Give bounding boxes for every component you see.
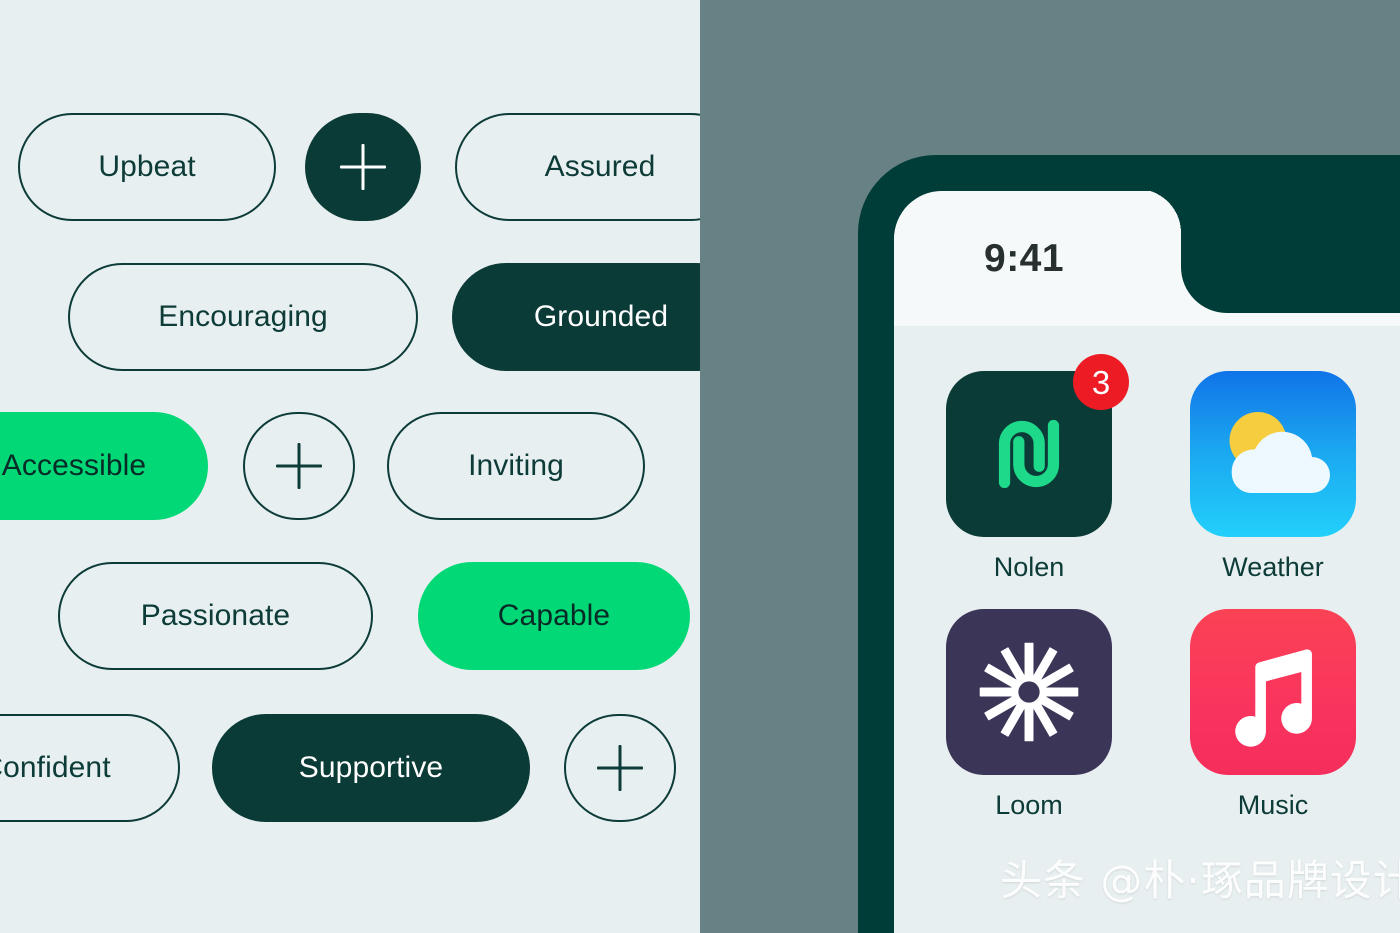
tone-chip-inviting[interactable]: Inviting (387, 412, 645, 520)
tone-chip-label: Confident (0, 751, 111, 784)
tone-chip-assured[interactable]: Assured (455, 113, 700, 221)
plus-icon (276, 443, 322, 489)
tone-chip-encouraging[interactable]: Encouraging (68, 263, 418, 371)
app-tile-weather[interactable]: Weather (1190, 371, 1356, 581)
status-bar-clock: 9:41 (984, 237, 1065, 280)
tone-chip-label: Capable (497, 599, 611, 632)
app-label: Loom (995, 790, 1063, 820)
app-row: Loom Music (946, 609, 1400, 819)
app-row: 3 Nolen Weather (946, 354, 1400, 582)
tone-chip-label: Supportive (298, 751, 444, 784)
watermark-text: 头条 @朴·琢品牌设计 (1000, 856, 1400, 905)
app-tile-loom[interactable]: Loom (946, 609, 1112, 819)
display-notch (1137, 191, 1400, 313)
tone-chip-supportive[interactable]: Supportive (212, 714, 530, 822)
home-screen-app-grid: 3 Nolen Weather Loom Music (894, 326, 1400, 933)
plus-icon (597, 745, 643, 791)
tone-chip-panel: Upbeat Assured Encouraging Grounded Accessib… (0, 0, 700, 933)
app-label: Music (1237, 790, 1309, 820)
phone-device-frame: 9:41 3 Nolen Weather Loom Music (858, 155, 1400, 933)
tone-chip-passionate[interactable]: Passionate (58, 562, 373, 670)
app-label: Nolen (993, 552, 1065, 582)
notification-badge: 3 (1073, 354, 1129, 410)
tone-chip-upbeat[interactable]: Upbeat (18, 113, 276, 221)
tone-chip-label: Inviting (468, 449, 564, 482)
plus-icon (340, 144, 386, 190)
music-note-icon[interactable] (1190, 609, 1356, 775)
tone-chip-accessible[interactable]: Accessible (0, 412, 208, 520)
starburst-icon[interactable] (946, 609, 1112, 775)
screenshot-stage: Upbeat Assured Encouraging Grounded Accessib… (0, 0, 1400, 933)
tone-chip-label: Assured (544, 150, 656, 183)
tone-chip-confident[interactable]: Confident (0, 714, 180, 822)
add-chip-button[interactable] (305, 113, 421, 221)
app-label: Weather (1222, 552, 1324, 582)
tone-chip-label: Accessible (1, 449, 147, 482)
nolen-logo-icon[interactable]: 3 (946, 354, 1129, 537)
sun-cloud-icon[interactable] (1190, 371, 1356, 537)
add-chip-button[interactable] (564, 714, 676, 822)
phone-screen: 9:41 3 Nolen Weather Loom Music (894, 191, 1400, 933)
tone-chip-label: Grounded (533, 300, 669, 333)
status-bar: 9:41 (894, 191, 1400, 326)
tone-chip-label: Upbeat (98, 150, 196, 183)
app-tile-music[interactable]: Music (1190, 609, 1356, 819)
add-chip-button[interactable] (243, 412, 355, 520)
tone-chip-label: Passionate (140, 599, 291, 632)
tone-chip-capable[interactable]: Capable (418, 562, 690, 670)
tone-chip-grounded[interactable]: Grounded (452, 263, 700, 371)
app-tile-nolen[interactable]: 3 Nolen (946, 354, 1129, 582)
tone-chip-label: Encouraging (158, 300, 328, 333)
